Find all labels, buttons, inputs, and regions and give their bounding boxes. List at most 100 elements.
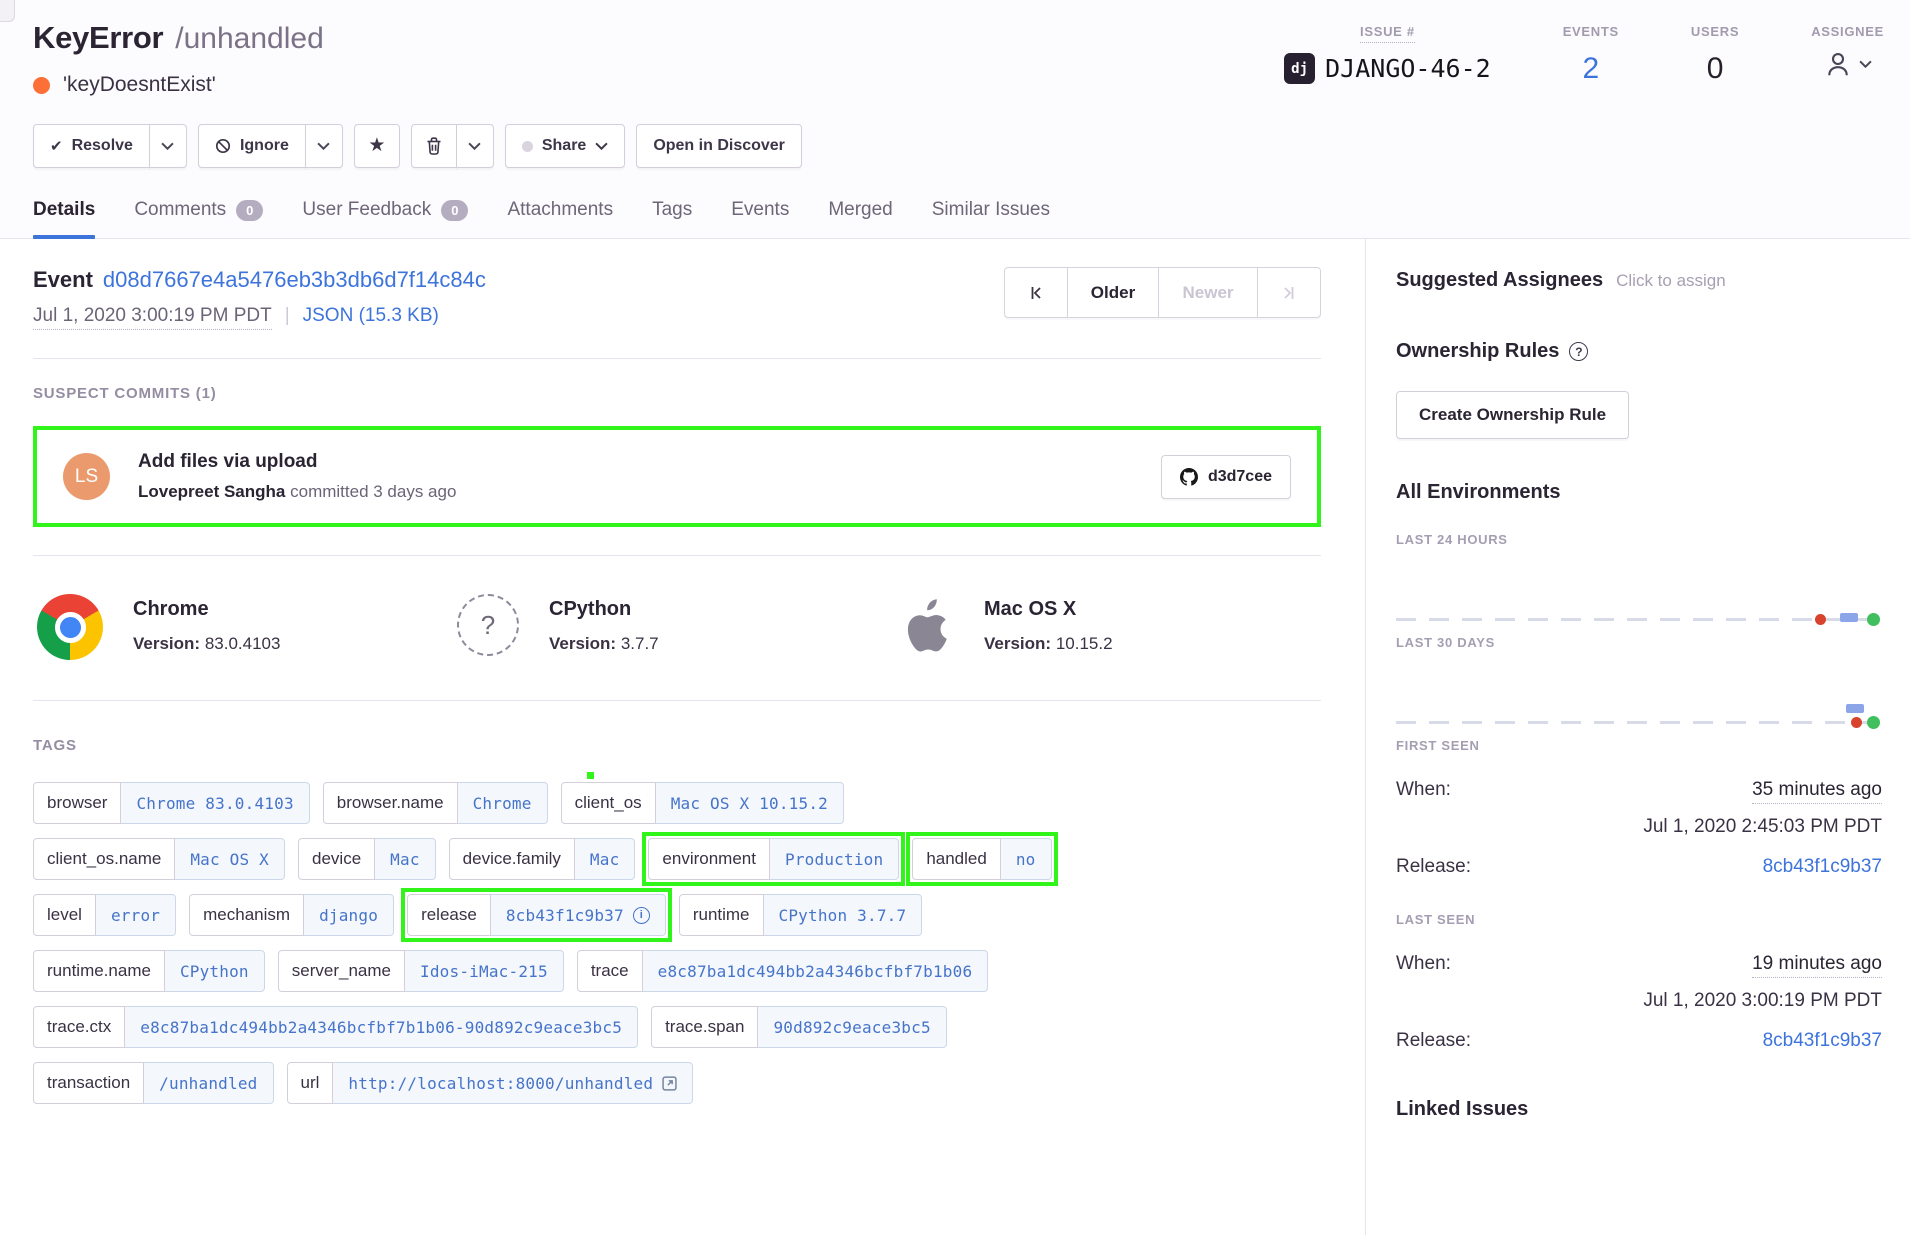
- help-question-icon[interactable]: ?: [1569, 342, 1588, 361]
- tag-level: levelerror: [33, 894, 176, 936]
- last-seen-relative-time: 19 minutes ago: [1752, 953, 1882, 978]
- tag-value-link[interactable]: Mac OS X 10.15.2: [656, 782, 844, 824]
- section-divider: [33, 358, 1321, 359]
- ownership-rules-title: Ownership Rules: [1396, 340, 1559, 363]
- tag-value-link[interactable]: http://localhost:8000/unhandled: [333, 1062, 693, 1104]
- issue-details-page: KeyError /unhandled 'keyDoesntExist' ISS…: [0, 0, 1910, 1254]
- tag-release-highlighted: release8cb43f1c9b37i: [407, 894, 666, 936]
- raw-json-link[interactable]: JSON (15.3 KB): [303, 305, 439, 327]
- last-24-hours-label: LAST 24 HOURS: [1396, 532, 1882, 547]
- resolve-button[interactable]: ✔ Resolve: [33, 124, 150, 168]
- first-seen-release-link[interactable]: 8cb43f1c9b37: [1763, 856, 1882, 878]
- resolve-dropdown-button[interactable]: [149, 124, 187, 168]
- share-button[interactable]: Share: [505, 124, 625, 168]
- events-sparkline-24h: [1396, 547, 1882, 635]
- tag-browser-name: browser.nameChrome: [323, 782, 548, 824]
- older-event-button[interactable]: Older: [1067, 267, 1159, 318]
- delete-button[interactable]: [411, 124, 457, 168]
- chevron-down-icon: [1859, 60, 1872, 68]
- info-icon[interactable]: i: [633, 907, 650, 924]
- create-ownership-rule-button[interactable]: Create Ownership Rule: [1396, 391, 1629, 439]
- issue-message: 'keyDoesntExist': [63, 73, 216, 97]
- share-status-dot-icon: [522, 141, 533, 152]
- newest-event-button-disabled: [1257, 267, 1321, 318]
- tag-value-link[interactable]: e8c87ba1dc494bb2a4346bcfbf7b1b06: [643, 950, 989, 992]
- tag-value-link[interactable]: Mac: [375, 838, 436, 880]
- tag-value-link[interactable]: Chrome: [458, 782, 548, 824]
- tag-client-os-name: client_os.nameMac OS X: [33, 838, 285, 880]
- issue-title-block: KeyError /unhandled 'keyDoesntExist': [33, 20, 324, 97]
- tag-value-link[interactable]: 8cb43f1c9b37i: [491, 894, 666, 936]
- assignee-dropdown[interactable]: [1823, 49, 1872, 79]
- chevron-down-icon: [161, 142, 174, 150]
- tab-similar-issues[interactable]: Similar Issues: [932, 199, 1050, 238]
- tag-handled-highlighted: handledno: [912, 838, 1051, 880]
- tag-value-link[interactable]: error: [96, 894, 176, 936]
- context-os: Mac OS X Version: 10.15.2: [892, 594, 1113, 660]
- open-in-discover-button[interactable]: Open in Discover: [636, 124, 802, 168]
- trash-icon: [426, 137, 442, 155]
- delete-dropdown-button[interactable]: [456, 124, 494, 168]
- share-label: Share: [542, 137, 586, 155]
- tag-value-link[interactable]: /unhandled: [144, 1062, 273, 1104]
- release-label: Release:: [1396, 1030, 1471, 1052]
- issue-tabs: Details Comments0 User Feedback0 Attachm…: [0, 199, 1910, 239]
- tag-device-family: device.familyMac: [449, 838, 636, 880]
- tags-list: browserChrome 83.0.4103 browser.nameChro…: [33, 782, 1321, 1104]
- tag-value-link[interactable]: CPython: [165, 950, 265, 992]
- tab-attachments[interactable]: Attachments: [507, 199, 613, 238]
- chevron-down-icon: [595, 142, 608, 150]
- tab-tags[interactable]: Tags: [652, 199, 692, 238]
- tab-merged[interactable]: Merged: [828, 199, 892, 238]
- external-link-icon[interactable]: [662, 1076, 677, 1091]
- last-30-days-label: LAST 30 DAYS: [1396, 635, 1882, 650]
- ignore-dropdown-button[interactable]: [305, 124, 343, 168]
- tag-value-link[interactable]: Idos-iMac-215: [405, 950, 564, 992]
- tab-comments[interactable]: Comments0: [134, 199, 263, 238]
- tag-value-link[interactable]: Chrome 83.0.4103: [121, 782, 309, 824]
- tag-value-link[interactable]: no: [1001, 838, 1052, 880]
- skip-to-last-icon: [1281, 285, 1297, 301]
- first-seen-relative-time: 35 minutes ago: [1752, 779, 1882, 804]
- tag-value-link[interactable]: 90d892c9eace3bc5: [758, 1006, 946, 1048]
- tag-value-link[interactable]: django: [304, 894, 394, 936]
- ignore-icon: [215, 138, 231, 154]
- context-version: 3.7.7: [621, 634, 659, 653]
- tag-value-link[interactable]: Production: [770, 838, 899, 880]
- person-icon: [1823, 49, 1853, 79]
- oldest-event-button[interactable]: [1004, 267, 1068, 318]
- ignore-label: Ignore: [240, 137, 289, 155]
- tag-value-link[interactable]: Mac OS X: [175, 838, 285, 880]
- skip-to-first-icon: [1028, 285, 1044, 301]
- tab-details[interactable]: Details: [33, 199, 95, 238]
- tag-trace-ctx: trace.ctxe8c87ba1dc494bb2a4346bcfbf7b1b0…: [33, 1006, 638, 1048]
- bookmark-star-button[interactable]: ★: [354, 124, 400, 168]
- chrome-icon: [37, 594, 103, 660]
- first-seen-heading: FIRST SEEN: [1396, 738, 1882, 753]
- last-seen-heading: LAST SEEN: [1396, 912, 1882, 927]
- tag-value-link[interactable]: e8c87ba1dc494bb2a4346bcfbf7b1b06-90d892c…: [125, 1006, 638, 1048]
- commit-author-avatar: LS: [63, 453, 110, 500]
- issue-short-id[interactable]: DJANGO-46-2: [1325, 54, 1491, 83]
- issue-stats: ISSUE # dj DJANGO-46-2 EVENTS 2 USERS 0 …: [1212, 20, 1884, 97]
- commit-sha-button[interactable]: d3d7cee: [1161, 455, 1291, 499]
- tab-user-feedback[interactable]: User Feedback0: [302, 199, 468, 238]
- issue-header-area: KeyError /unhandled 'keyDoesntExist' ISS…: [0, 0, 1910, 239]
- tab-events[interactable]: Events: [731, 199, 789, 238]
- events-count[interactable]: 2: [1582, 52, 1599, 86]
- users-count[interactable]: 0: [1707, 52, 1724, 86]
- events-sparkline-30d: [1396, 650, 1882, 738]
- last-seen-release-link[interactable]: 8cb43f1c9b37: [1763, 1030, 1882, 1052]
- tag-trace-span: trace.span90d892c9eace3bc5: [651, 1006, 947, 1048]
- tag-client-os: client_osMac OS X 10.15.2: [561, 782, 844, 824]
- issue-type-title: KeyError: [33, 20, 163, 56]
- event-label: Event: [33, 267, 93, 293]
- tag-value-link[interactable]: CPython 3.7.7: [764, 894, 923, 936]
- event-tick-marker-icon: [1846, 704, 1864, 713]
- ignore-button[interactable]: Ignore: [198, 124, 306, 168]
- commit-sha: d3d7cee: [1208, 468, 1272, 486]
- stat-events: EVENTS 2: [1563, 24, 1619, 86]
- assignee-label: ASSIGNEE: [1811, 24, 1884, 39]
- tag-value-link[interactable]: Mac: [575, 838, 636, 880]
- event-id-link[interactable]: d08d7667e4a5476eb3b3db6d7f14c84c: [103, 267, 486, 293]
